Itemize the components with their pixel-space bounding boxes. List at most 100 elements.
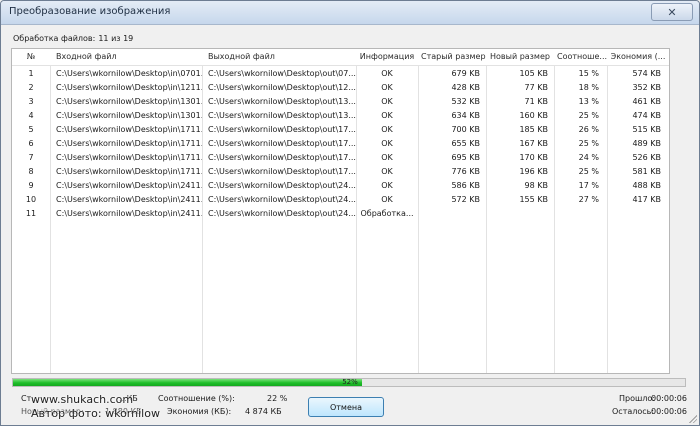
table-row[interactable]: 11 C:\Users\wkornilow\Desktop\in\2411... C… (12, 207, 669, 221)
cell-info: OK (381, 167, 393, 176)
cell-input-file: C:\Users\wkornilow\Desktop\in\2411... (56, 181, 202, 190)
cell-input-file: C:\Users\wkornilow\Desktop\in\0701... (56, 69, 202, 78)
table-row[interactable]: 9 C:\Users\wkornilow\Desktop\in\2411... C:… (12, 179, 669, 193)
cell-ratio: 25 % (578, 167, 599, 176)
cell-ratio: 18 % (578, 83, 599, 92)
cell-old-size: 776 KB (451, 167, 480, 176)
column-header-info[interactable]: Информация (356, 49, 418, 65)
elapsed-value: 00:00:06 (651, 394, 687, 403)
remaining-value: 00:00:06 (651, 407, 687, 416)
table-row[interactable]: 1 C:\Users\wkornilow\Desktop\in\0701... C:… (12, 67, 669, 81)
column-header-savings[interactable]: Экономия (... (607, 49, 669, 65)
table-row[interactable]: 7 C:\Users\wkornilow\Desktop\in\1711... C:… (12, 151, 669, 165)
cell-new-size: 98 KB (524, 181, 548, 190)
cell-new-size: 170 KB (519, 153, 548, 162)
cell-info: OK (381, 195, 393, 204)
cell-number: 5 (28, 125, 34, 134)
watermark-author: Автор фото: wkornilow (31, 407, 160, 420)
cell-number: 7 (28, 153, 34, 162)
cell-ratio: 25 % (578, 139, 599, 148)
column-header-ratio[interactable]: Соотноше... (554, 49, 607, 65)
cell-number: 8 (28, 167, 34, 176)
table-row[interactable]: 4 C:\Users\wkornilow\Desktop\in\1301... C:… (12, 109, 669, 123)
table-row[interactable]: 3 C:\Users\wkornilow\Desktop\in\1301... C:… (12, 95, 669, 109)
cell-input-file: C:\Users\wkornilow\Desktop\in\1711... (56, 167, 202, 176)
cell-input-file: C:\Users\wkornilow\Desktop\in\1711... (56, 125, 202, 134)
cell-input-file: C:\Users\wkornilow\Desktop\in\1211... (56, 83, 202, 92)
cell-new-size: 155 KB (519, 195, 548, 204)
watermark-site: www.shukach.com (31, 393, 134, 406)
cell-input-file: C:\Users\wkornilow\Desktop\in\1711... (56, 139, 202, 148)
cell-number: 2 (28, 83, 34, 92)
files-counter-label: Обработка файлов: (13, 34, 96, 43)
cell-new-size (486, 207, 554, 221)
close-button[interactable]: ✕ (651, 3, 693, 21)
cell-old-size: 428 KB (451, 83, 480, 92)
table-row[interactable]: 5 C:\Users\wkornilow\Desktop\in\1711... C:… (12, 123, 669, 137)
column-header-old-size[interactable]: Старый размер (418, 49, 486, 65)
cell-savings: 515 KB (632, 125, 661, 134)
table-header: № Входной файл Выходной файл Информация … (12, 49, 669, 66)
cell-ratio: 15 % (578, 69, 599, 78)
column-header-number[interactable]: № (12, 49, 50, 65)
ratio-label: Соотношение (%): (158, 394, 235, 403)
cell-old-size: 634 KB (451, 111, 480, 120)
cell-savings: 417 KB (632, 195, 661, 204)
cell-input-file: C:\Users\wkornilow\Desktop\in\1301... (56, 111, 202, 120)
cell-output-file: C:\Users\wkornilow\Desktop\out\17... (208, 125, 356, 134)
column-header-new-size[interactable]: Новый размер (486, 49, 554, 65)
cell-savings: 488 KB (632, 181, 661, 190)
resize-grip[interactable] (687, 413, 697, 423)
cell-new-size: 105 KB (519, 69, 548, 78)
savings-value: 4 874 КБ (245, 407, 282, 416)
cell-old-size: 532 KB (451, 97, 480, 106)
cell-input-file: C:\Users\wkornilow\Desktop\in\2411... (56, 195, 202, 204)
cell-output-file: C:\Users\wkornilow\Desktop\out\24... (208, 195, 356, 204)
cell-number: 10 (25, 195, 37, 204)
window-title: Преобразование изображения (9, 6, 171, 17)
cell-output-file: C:\Users\wkornilow\Desktop\out\13... (208, 111, 356, 120)
cell-ratio: 27 % (578, 195, 599, 204)
cell-savings: 574 KB (632, 69, 661, 78)
cell-info: OK (381, 153, 393, 162)
cell-savings: 489 KB (632, 139, 661, 148)
files-counter-value: 11 из 19 (98, 34, 134, 43)
cell-input-file: C:\Users\wkornilow\Desktop\in\1711... (56, 153, 202, 162)
files-table[interactable]: № Входной файл Выходной файл Информация … (11, 48, 670, 374)
cell-output-file: C:\Users\wkornilow\Desktop\out\17... (208, 139, 356, 148)
table-row[interactable]: 6 C:\Users\wkornilow\Desktop\in\1711... C:… (12, 137, 669, 151)
cell-ratio: 25 % (578, 111, 599, 120)
title-bar[interactable]: Преобразование изображения ✕ (1, 1, 699, 25)
cell-new-size: 185 KB (519, 125, 548, 134)
files-counter: Обработка файлов: 11 из 19 (13, 34, 136, 43)
savings-label: Экономия (КБ): (167, 407, 232, 416)
cell-output-file: C:\Users\wkornilow\Desktop\out\17... (208, 153, 356, 162)
cell-info: OK (381, 97, 393, 106)
cell-output-file: C:\Users\wkornilow\Desktop\out\24... (208, 181, 356, 190)
column-header-input-file[interactable]: Входной файл (50, 49, 202, 65)
cell-ratio (554, 207, 607, 221)
cell-savings: 581 KB (632, 167, 661, 176)
cell-ratio: 24 % (578, 153, 599, 162)
close-icon: ✕ (667, 5, 677, 19)
table-row[interactable]: 10 C:\Users\wkornilow\Desktop\in\2411... C… (12, 193, 669, 207)
cell-old-size: 655 KB (451, 139, 480, 148)
cell-input-file: C:\Users\wkornilow\Desktop\in\1301... (56, 97, 202, 106)
cell-info: OK (381, 139, 393, 148)
remaining-label: Осталось: (612, 407, 655, 416)
cell-new-size: 167 KB (519, 139, 548, 148)
cancel-button[interactable]: Отмена (308, 397, 384, 417)
cell-output-file: C:\Users\wkornilow\Desktop\out\24... (208, 209, 356, 218)
table-row[interactable]: 2 C:\Users\wkornilow\Desktop\in\1211... C:… (12, 81, 669, 95)
cell-old-size: 586 KB (451, 181, 480, 190)
elapsed-label: Прошло: (619, 394, 656, 403)
cell-savings (607, 207, 669, 221)
cell-savings: 526 KB (632, 153, 661, 162)
cell-number: 4 (28, 111, 34, 120)
cell-new-size: 196 KB (519, 167, 548, 176)
column-header-output-file[interactable]: Выходной файл (202, 49, 356, 65)
table-row[interactable]: 8 C:\Users\wkornilow\Desktop\in\1711... C:… (12, 165, 669, 179)
cell-savings: 474 KB (632, 111, 661, 120)
cell-ratio: 17 % (578, 181, 599, 190)
cell-ratio: 26 % (578, 125, 599, 134)
